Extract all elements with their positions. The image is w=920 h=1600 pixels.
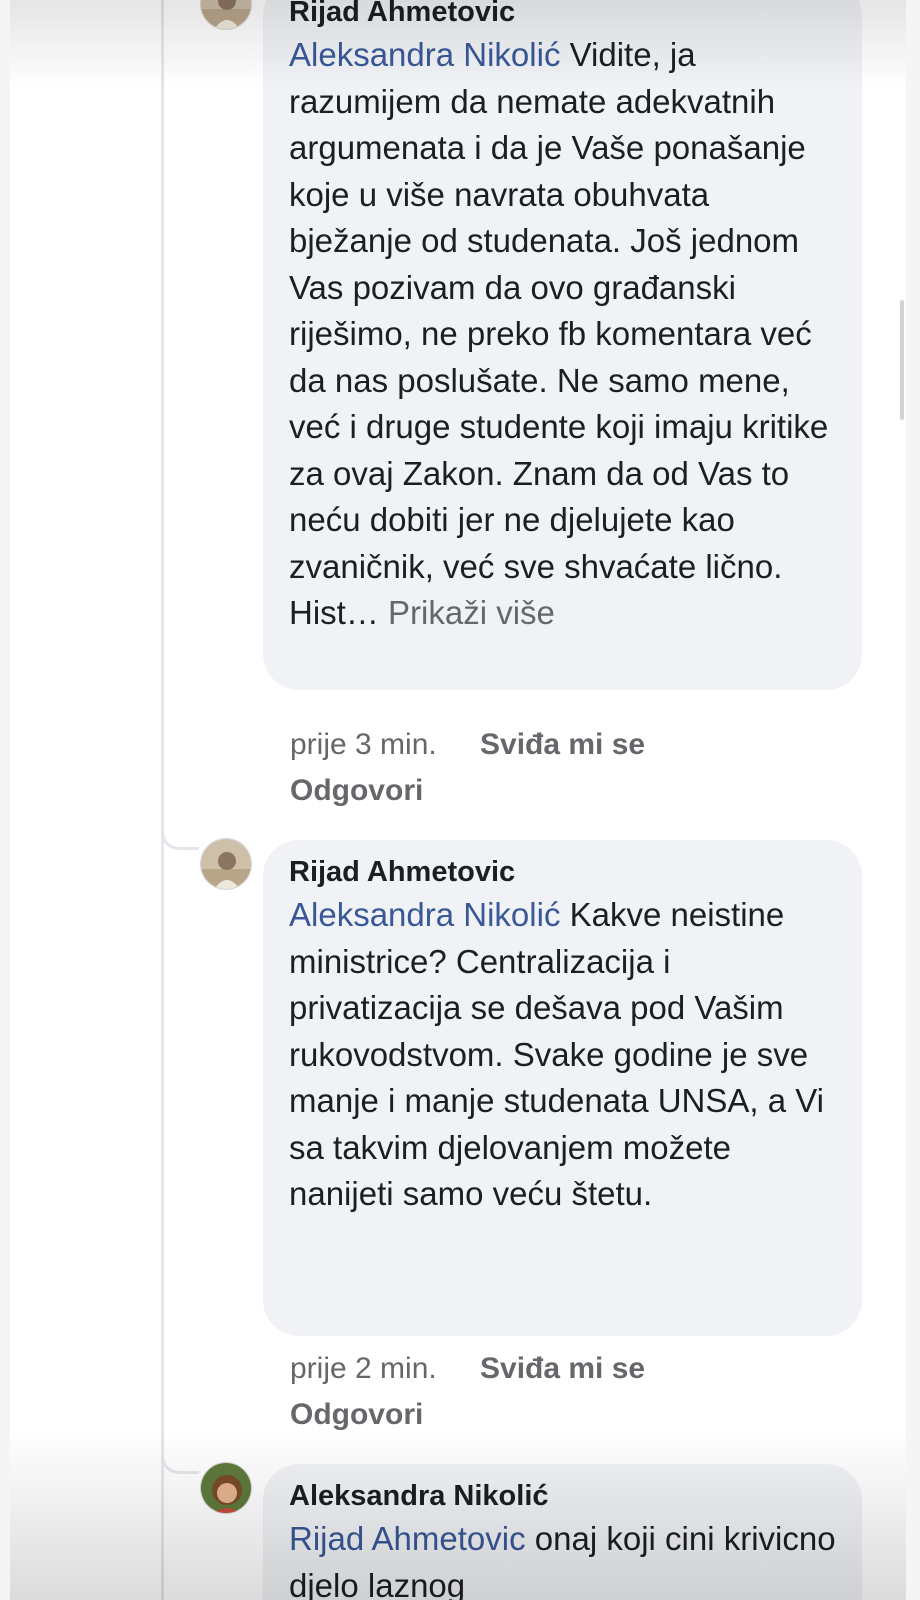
thread-branch: [161, 826, 199, 850]
like-button[interactable]: Sviđa mi se: [480, 1352, 645, 1385]
comment-author[interactable]: Aleksandra Nikolić: [289, 1476, 838, 1516]
avatar-rijad[interactable]: [200, 838, 252, 890]
comment-author[interactable]: Rijad Ahmetovic: [289, 852, 838, 892]
thread-branch: [161, 1450, 199, 1474]
comment-text: Aleksandra Nikolić Vidite, ja razumijem …: [289, 36, 829, 631]
comment-bubble: Aleksandra Nikolić Rijad Ahmetovic onaj …: [263, 1464, 862, 1600]
comment-bubble: Rijad Ahmetovic Aleksandra Nikolić Vidit…: [263, 0, 862, 690]
comment-author[interactable]: Rijad Ahmetovic: [289, 0, 838, 32]
comment-actions: prije 2 min. Sviđa mi se Odgovori: [290, 1346, 710, 1438]
mention-link[interactable]: Aleksandra Nikolić: [289, 36, 560, 73]
mention-link[interactable]: Aleksandra Nikolić: [289, 896, 560, 933]
comment-bubble: Rijad Ahmetovic Aleksandra Nikolić Kakve…: [263, 840, 862, 1336]
scrollbar[interactable]: [900, 300, 904, 420]
reply-button[interactable]: Odgovori: [290, 1392, 710, 1438]
thread-line: [161, 0, 164, 1600]
like-button[interactable]: Sviđa mi se: [480, 728, 645, 761]
comment-text: Aleksandra Nikolić Kakve neistine minist…: [289, 896, 825, 1212]
show-more-link[interactable]: Prikaži više: [388, 594, 555, 631]
comment-timestamp: prije 3 min.: [290, 728, 437, 761]
comment-thread: Rijad Ahmetovic Aleksandra Nikolić Vidit…: [10, 0, 906, 1600]
comment-actions: prije 3 min. Sviđa mi se Odgovori: [290, 722, 710, 814]
avatar-aleksandra[interactable]: [200, 1462, 252, 1514]
comment-text: Rijad Ahmetovic onaj koji cini krivicno …: [289, 1520, 836, 1600]
comment-timestamp: prije 2 min.: [290, 1352, 437, 1385]
reply-button[interactable]: Odgovori: [290, 768, 710, 814]
avatar-rijad[interactable]: [200, 0, 252, 30]
mention-link[interactable]: Rijad Ahmetovic: [289, 1520, 526, 1557]
